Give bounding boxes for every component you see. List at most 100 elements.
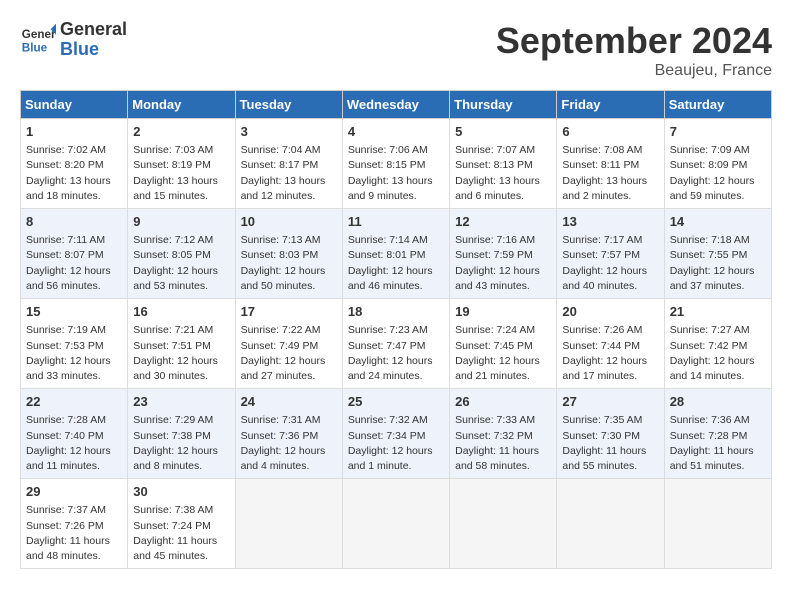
logo: General Blue GeneralBlue — [20, 20, 127, 60]
day-info: Sunrise: 7:23 AMSunset: 7:47 PMDaylight:… — [348, 323, 444, 384]
day-number: 18 — [348, 303, 444, 321]
day-info: Sunrise: 7:29 AMSunset: 7:38 PMDaylight:… — [133, 413, 229, 474]
col-monday: Monday — [128, 91, 235, 119]
table-row: 16 Sunrise: 7:21 AMSunset: 7:51 PMDayligh… — [128, 299, 235, 389]
day-info: Sunrise: 7:02 AMSunset: 8:20 PMDaylight:… — [26, 143, 122, 204]
table-row — [557, 479, 664, 569]
day-number: 12 — [455, 213, 551, 231]
table-row: 17 Sunrise: 7:22 AMSunset: 7:49 PMDayligh… — [235, 299, 342, 389]
table-row — [664, 479, 771, 569]
day-number: 22 — [26, 393, 122, 411]
table-row: 7 Sunrise: 7:09 AMSunset: 8:09 PMDaylight… — [664, 119, 771, 209]
table-row — [342, 479, 449, 569]
day-number: 28 — [670, 393, 766, 411]
day-number: 29 — [26, 483, 122, 501]
table-row: 22 Sunrise: 7:28 AMSunset: 7:40 PMDayligh… — [21, 389, 128, 479]
day-info: Sunrise: 7:31 AMSunset: 7:36 PMDaylight:… — [241, 413, 337, 474]
day-info: Sunrise: 7:12 AMSunset: 8:05 PMDaylight:… — [133, 233, 229, 294]
day-info: Sunrise: 7:22 AMSunset: 7:49 PMDaylight:… — [241, 323, 337, 384]
day-info: Sunrise: 7:26 AMSunset: 7:44 PMDaylight:… — [562, 323, 658, 384]
table-row: 15Sunrise: 7:19 AMSunset: 7:53 PMDayligh… — [21, 299, 128, 389]
day-number: 21 — [670, 303, 766, 321]
table-row: 26 Sunrise: 7:33 AMSunset: 7:32 PMDayligh… — [450, 389, 557, 479]
day-info: Sunrise: 7:03 AMSunset: 8:19 PMDaylight:… — [133, 143, 229, 204]
location: Beaujeu, France — [496, 62, 772, 80]
day-number: 17 — [241, 303, 337, 321]
table-row: 28 Sunrise: 7:36 AMSunset: 7:28 PMDayligh… — [664, 389, 771, 479]
day-number: 26 — [455, 393, 551, 411]
svg-text:Blue: Blue — [22, 41, 48, 54]
table-row: 27Sunrise: 7:35 AMSunset: 7:30 PMDayligh… — [557, 389, 664, 479]
page-header: General Blue GeneralBlue September 2024 … — [20, 20, 772, 80]
calendar-week-row: 8 Sunrise: 7:11 AMSunset: 8:07 PMDaylight… — [21, 209, 772, 299]
day-number: 23 — [133, 393, 229, 411]
col-saturday: Saturday — [664, 91, 771, 119]
table-row: 9 Sunrise: 7:12 AMSunset: 8:05 PMDaylight… — [128, 209, 235, 299]
day-info: Sunrise: 7:33 AMSunset: 7:32 PMDaylight:… — [455, 413, 551, 474]
day-info: Sunrise: 7:04 AMSunset: 8:17 PMDaylight:… — [241, 143, 337, 204]
calendar-header-row: Sunday Monday Tuesday Wednesday Thursday… — [21, 91, 772, 119]
svg-text:General: General — [22, 28, 56, 41]
day-info: Sunrise: 7:09 AMSunset: 8:09 PMDaylight:… — [670, 143, 766, 204]
day-number: 7 — [670, 123, 766, 141]
month-title: September 2024 — [496, 20, 772, 62]
day-number: 3 — [241, 123, 337, 141]
day-info: Sunrise: 7:37 AMSunset: 7:26 PMDaylight:… — [26, 503, 122, 564]
table-row: 12 Sunrise: 7:16 AMSunset: 7:59 PMDayligh… — [450, 209, 557, 299]
calendar-week-row: 1 Sunrise: 7:02 AMSunset: 8:20 PMDaylight… — [21, 119, 772, 209]
day-info: Sunrise: 7:11 AMSunset: 8:07 PMDaylight:… — [26, 233, 122, 294]
day-info: Sunrise: 7:18 AMSunset: 7:55 PMDaylight:… — [670, 233, 766, 294]
table-row: 3 Sunrise: 7:04 AMSunset: 8:17 PMDaylight… — [235, 119, 342, 209]
calendar-week-row: 29 Sunrise: 7:37 AMSunset: 7:26 PMDayligh… — [21, 479, 772, 569]
table-row: 8 Sunrise: 7:11 AMSunset: 8:07 PMDaylight… — [21, 209, 128, 299]
day-number: 19 — [455, 303, 551, 321]
table-row: 25Sunrise: 7:32 AMSunset: 7:34 PMDayligh… — [342, 389, 449, 479]
title-block: September 2024 Beaujeu, France — [496, 20, 772, 80]
calendar-week-row: 15Sunrise: 7:19 AMSunset: 7:53 PMDayligh… — [21, 299, 772, 389]
day-number: 13 — [562, 213, 658, 231]
table-row: 19 Sunrise: 7:24 AMSunset: 7:45 PMDayligh… — [450, 299, 557, 389]
table-row: 13Sunrise: 7:17 AMSunset: 7:57 PMDayligh… — [557, 209, 664, 299]
day-number: 30 — [133, 483, 229, 501]
day-info: Sunrise: 7:07 AMSunset: 8:13 PMDaylight:… — [455, 143, 551, 204]
col-friday: Friday — [557, 91, 664, 119]
table-row: 23 Sunrise: 7:29 AMSunset: 7:38 PMDayligh… — [128, 389, 235, 479]
calendar-week-row: 22 Sunrise: 7:28 AMSunset: 7:40 PMDayligh… — [21, 389, 772, 479]
day-number: 1 — [26, 123, 122, 141]
col-wednesday: Wednesday — [342, 91, 449, 119]
table-row: 29 Sunrise: 7:37 AMSunset: 7:26 PMDayligh… — [21, 479, 128, 569]
logo-icon: General Blue — [20, 22, 56, 58]
table-row: 18 Sunrise: 7:23 AMSunset: 7:47 PMDayligh… — [342, 299, 449, 389]
day-number: 16 — [133, 303, 229, 321]
day-info: Sunrise: 7:16 AMSunset: 7:59 PMDaylight:… — [455, 233, 551, 294]
day-info: Sunrise: 7:19 AMSunset: 7:53 PMDaylight:… — [26, 323, 122, 384]
day-number: 24 — [241, 393, 337, 411]
day-number: 27 — [562, 393, 658, 411]
table-row: 5 Sunrise: 7:07 AMSunset: 8:13 PMDaylight… — [450, 119, 557, 209]
day-number: 25 — [348, 393, 444, 411]
table-row: 6Sunrise: 7:08 AMSunset: 8:11 PMDaylight… — [557, 119, 664, 209]
logo-text: GeneralBlue — [60, 20, 127, 60]
table-row: 10Sunrise: 7:13 AMSunset: 8:03 PMDayligh… — [235, 209, 342, 299]
table-row: 4Sunrise: 7:06 AMSunset: 8:15 PMDaylight… — [342, 119, 449, 209]
table-row: 20Sunrise: 7:26 AMSunset: 7:44 PMDayligh… — [557, 299, 664, 389]
col-thursday: Thursday — [450, 91, 557, 119]
day-info: Sunrise: 7:28 AMSunset: 7:40 PMDaylight:… — [26, 413, 122, 474]
day-info: Sunrise: 7:24 AMSunset: 7:45 PMDaylight:… — [455, 323, 551, 384]
day-info: Sunrise: 7:27 AMSunset: 7:42 PMDaylight:… — [670, 323, 766, 384]
table-row — [450, 479, 557, 569]
day-number: 8 — [26, 213, 122, 231]
day-info: Sunrise: 7:38 AMSunset: 7:24 PMDaylight:… — [133, 503, 229, 564]
day-number: 11 — [348, 213, 444, 231]
day-info: Sunrise: 7:21 AMSunset: 7:51 PMDaylight:… — [133, 323, 229, 384]
table-row: 11 Sunrise: 7:14 AMSunset: 8:01 PMDayligh… — [342, 209, 449, 299]
col-tuesday: Tuesday — [235, 91, 342, 119]
day-info: Sunrise: 7:14 AMSunset: 8:01 PMDaylight:… — [348, 233, 444, 294]
day-number: 5 — [455, 123, 551, 141]
day-info: Sunrise: 7:36 AMSunset: 7:28 PMDaylight:… — [670, 413, 766, 474]
day-info: Sunrise: 7:13 AMSunset: 8:03 PMDaylight:… — [241, 233, 337, 294]
day-number: 2 — [133, 123, 229, 141]
day-number: 9 — [133, 213, 229, 231]
calendar-table: Sunday Monday Tuesday Wednesday Thursday… — [20, 90, 772, 569]
calendar-body: 1 Sunrise: 7:02 AMSunset: 8:20 PMDaylight… — [21, 119, 772, 569]
